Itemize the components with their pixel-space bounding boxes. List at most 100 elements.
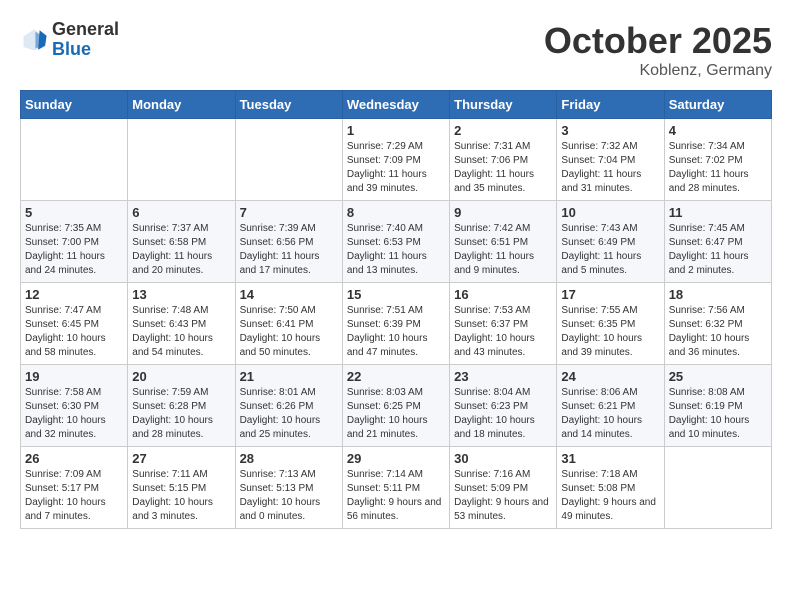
weekday-header-sunday: Sunday (21, 91, 128, 119)
day-number: 28 (240, 451, 338, 466)
day-content: Sunrise: 7:37 AM Sunset: 6:58 PM Dayligh… (132, 222, 230, 278)
calendar-cell: 4 Sunrise: 7:34 AM Sunset: 7:02 PM Daylig… (664, 119, 771, 201)
day-number: 24 (561, 369, 659, 384)
calendar-cell: 8 Sunrise: 7:40 AM Sunset: 6:53 PM Daylig… (342, 201, 449, 283)
logo-general-text: General (52, 20, 119, 40)
day-number: 26 (25, 451, 123, 466)
day-content: Sunrise: 7:18 AM Sunset: 5:08 PM Dayligh… (561, 468, 659, 524)
weekday-header-row: SundayMondayTuesdayWednesdayThursdayFrid… (21, 91, 772, 119)
month-title: October 2025 (544, 20, 772, 62)
calendar-week-1: 1 Sunrise: 7:29 AM Sunset: 7:09 PM Daylig… (21, 119, 772, 201)
day-number: 8 (347, 205, 445, 220)
weekday-header-friday: Friday (557, 91, 664, 119)
calendar-cell: 10 Sunrise: 7:43 AM Sunset: 6:49 PM Dayli… (557, 201, 664, 283)
logo: General Blue (20, 20, 119, 60)
day-number: 7 (240, 205, 338, 220)
calendar-cell: 16Sunrise: 7:53 AM Sunset: 6:37 PM Dayli… (450, 283, 557, 365)
calendar-cell: 14Sunrise: 7:50 AM Sunset: 6:41 PM Dayli… (235, 283, 342, 365)
day-content: Sunrise: 7:11 AM Sunset: 5:15 PM Dayligh… (132, 468, 230, 524)
day-content: Sunrise: 7:29 AM Sunset: 7:09 PM Dayligh… (347, 140, 445, 196)
calendar-cell (128, 119, 235, 201)
header: General Blue October 2025 Koblenz, Germa… (20, 20, 772, 80)
calendar-cell: 20Sunrise: 7:59 AM Sunset: 6:28 PM Dayli… (128, 365, 235, 447)
day-content: Sunrise: 7:51 AM Sunset: 6:39 PM Dayligh… (347, 304, 445, 360)
day-content: Sunrise: 7:43 AM Sunset: 6:49 PM Dayligh… (561, 222, 659, 278)
calendar-week-3: 12 Sunrise: 7:47 AM Sunset: 6:45 PM Dayli… (21, 283, 772, 365)
day-number: 12 (25, 287, 123, 302)
day-number: 3 (561, 123, 659, 138)
day-content: Sunrise: 7:47 AM Sunset: 6:45 PM Dayligh… (25, 304, 123, 360)
day-content: Sunrise: 7:31 AM Sunset: 7:06 PM Dayligh… (454, 140, 552, 196)
calendar-cell: 15 Sunrise: 7:51 AM Sunset: 6:39 PM Dayli… (342, 283, 449, 365)
title-area: October 2025 Koblenz, Germany (544, 20, 772, 80)
day-number: 9 (454, 205, 552, 220)
calendar-cell: 21 Sunrise: 8:01 AM Sunset: 6:26 PM Dayli… (235, 365, 342, 447)
calendar-cell: 23Sunrise: 8:04 AM Sunset: 6:23 PM Dayli… (450, 365, 557, 447)
logo-icon (20, 26, 48, 54)
calendar-cell: 11 Sunrise: 7:45 AM Sunset: 6:47 PM Dayli… (664, 201, 771, 283)
day-number: 11 (669, 205, 767, 220)
day-content: Sunrise: 7:16 AM Sunset: 5:09 PM Dayligh… (454, 468, 552, 524)
day-content: Sunrise: 8:06 AM Sunset: 6:21 PM Dayligh… (561, 386, 659, 442)
calendar-cell: 6 Sunrise: 7:37 AM Sunset: 6:58 PM Daylig… (128, 201, 235, 283)
day-number: 20 (132, 369, 230, 384)
day-number: 25 (669, 369, 767, 384)
day-number: 13 (132, 287, 230, 302)
day-content: Sunrise: 7:56 AM Sunset: 6:32 PM Dayligh… (669, 304, 767, 360)
calendar-cell: 27 Sunrise: 7:11 AM Sunset: 5:15 PM Dayli… (128, 447, 235, 529)
calendar-cell: 30Sunrise: 7:16 AM Sunset: 5:09 PM Dayli… (450, 447, 557, 529)
day-content: Sunrise: 7:39 AM Sunset: 6:56 PM Dayligh… (240, 222, 338, 278)
calendar-cell (235, 119, 342, 201)
day-content: Sunrise: 8:01 AM Sunset: 6:26 PM Dayligh… (240, 386, 338, 442)
day-content: Sunrise: 7:14 AM Sunset: 5:11 PM Dayligh… (347, 468, 445, 524)
day-content: Sunrise: 7:58 AM Sunset: 6:30 PM Dayligh… (25, 386, 123, 442)
day-number: 22 (347, 369, 445, 384)
calendar-cell: 1 Sunrise: 7:29 AM Sunset: 7:09 PM Daylig… (342, 119, 449, 201)
calendar-cell (664, 447, 771, 529)
day-number: 10 (561, 205, 659, 220)
day-number: 21 (240, 369, 338, 384)
weekday-header-monday: Monday (128, 91, 235, 119)
day-content: Sunrise: 7:45 AM Sunset: 6:47 PM Dayligh… (669, 222, 767, 278)
weekday-header-saturday: Saturday (664, 91, 771, 119)
calendar-cell: 5 Sunrise: 7:35 AM Sunset: 7:00 PM Daylig… (21, 201, 128, 283)
day-content: Sunrise: 7:13 AM Sunset: 5:13 PM Dayligh… (240, 468, 338, 524)
day-number: 17 (561, 287, 659, 302)
calendar-cell: 7 Sunrise: 7:39 AM Sunset: 6:56 PM Daylig… (235, 201, 342, 283)
calendar-cell: 28 Sunrise: 7:13 AM Sunset: 5:13 PM Dayli… (235, 447, 342, 529)
calendar-cell: 24 Sunrise: 8:06 AM Sunset: 6:21 PM Dayli… (557, 365, 664, 447)
day-content: Sunrise: 7:35 AM Sunset: 7:00 PM Dayligh… (25, 222, 123, 278)
logo-text: General Blue (52, 20, 119, 60)
day-number: 18 (669, 287, 767, 302)
weekday-header-wednesday: Wednesday (342, 91, 449, 119)
day-content: Sunrise: 7:32 AM Sunset: 7:04 PM Dayligh… (561, 140, 659, 196)
calendar: SundayMondayTuesdayWednesdayThursdayFrid… (20, 90, 772, 529)
calendar-week-4: 19Sunrise: 7:58 AM Sunset: 6:30 PM Dayli… (21, 365, 772, 447)
calendar-cell: 29Sunrise: 7:14 AM Sunset: 5:11 PM Dayli… (342, 447, 449, 529)
weekday-header-tuesday: Tuesday (235, 91, 342, 119)
day-number: 27 (132, 451, 230, 466)
day-content: Sunrise: 7:34 AM Sunset: 7:02 PM Dayligh… (669, 140, 767, 196)
day-number: 23 (454, 369, 552, 384)
calendar-week-2: 5 Sunrise: 7:35 AM Sunset: 7:00 PM Daylig… (21, 201, 772, 283)
day-number: 31 (561, 451, 659, 466)
day-number: 4 (669, 123, 767, 138)
calendar-week-5: 26 Sunrise: 7:09 AM Sunset: 5:17 PM Dayli… (21, 447, 772, 529)
day-number: 1 (347, 123, 445, 138)
day-content: Sunrise: 7:40 AM Sunset: 6:53 PM Dayligh… (347, 222, 445, 278)
calendar-cell: 31 Sunrise: 7:18 AM Sunset: 5:08 PM Dayli… (557, 447, 664, 529)
day-number: 15 (347, 287, 445, 302)
calendar-cell: 22 Sunrise: 8:03 AM Sunset: 6:25 PM Dayli… (342, 365, 449, 447)
day-content: Sunrise: 7:55 AM Sunset: 6:35 PM Dayligh… (561, 304, 659, 360)
day-number: 5 (25, 205, 123, 220)
calendar-cell: 9Sunrise: 7:42 AM Sunset: 6:51 PM Daylig… (450, 201, 557, 283)
calendar-cell: 25Sunrise: 8:08 AM Sunset: 6:19 PM Dayli… (664, 365, 771, 447)
location-subtitle: Koblenz, Germany (544, 62, 772, 80)
weekday-header-thursday: Thursday (450, 91, 557, 119)
day-content: Sunrise: 7:48 AM Sunset: 6:43 PM Dayligh… (132, 304, 230, 360)
calendar-cell: 2Sunrise: 7:31 AM Sunset: 7:06 PM Daylig… (450, 119, 557, 201)
day-number: 14 (240, 287, 338, 302)
day-number: 6 (132, 205, 230, 220)
day-content: Sunrise: 8:03 AM Sunset: 6:25 PM Dayligh… (347, 386, 445, 442)
day-content: Sunrise: 7:09 AM Sunset: 5:17 PM Dayligh… (25, 468, 123, 524)
